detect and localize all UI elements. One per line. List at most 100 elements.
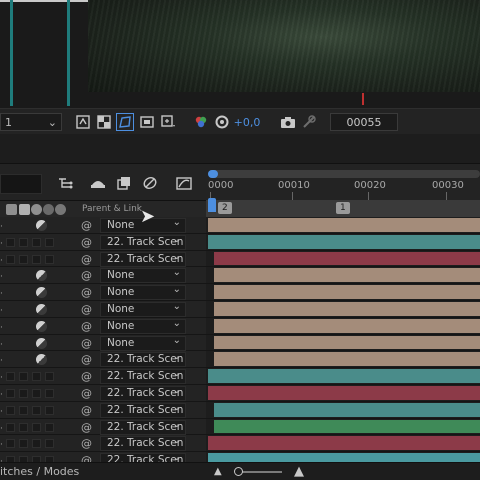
region-of-interest-icon[interactable] [138,113,156,131]
layer-row[interactable]: · @22. Track Scen [0,351,480,369]
zoom-slider[interactable] [238,471,282,473]
layer-duration-bar[interactable] [214,335,480,350]
channel-icon[interactable] [192,113,210,131]
layer-duration-bar[interactable] [214,251,480,266]
switch-box[interactable] [45,405,54,415]
switch-box[interactable] [19,237,28,247]
composition-viewer[interactable] [0,0,480,108]
layer-duration-bar[interactable] [208,369,480,383]
layer-duration-bar[interactable] [208,234,480,249]
pick-whip-icon[interactable]: @ [81,370,92,383]
layer-duration-bar[interactable] [214,268,480,283]
parent-dropdown[interactable]: None [100,285,186,301]
layer-search-input[interactable] [0,174,42,194]
guides-icon[interactable] [160,113,178,131]
parent-dropdown[interactable]: 22. Track Scen [100,369,186,385]
layer-duration-bar[interactable] [208,218,480,232]
parent-dropdown[interactable]: None [100,335,186,351]
fast-preview-icon[interactable] [74,113,92,131]
comp-marker[interactable]: 2 [218,202,232,214]
switch-box[interactable] [19,422,28,432]
layer-duration-bar[interactable] [208,385,480,400]
pick-whip-icon[interactable]: @ [81,219,92,232]
switch-box[interactable] [6,254,15,264]
pick-whip-icon[interactable]: @ [81,236,92,249]
switch-box[interactable] [32,422,41,432]
layer-row[interactable]: · @ None [0,284,480,301]
parent-dropdown[interactable]: 22. Track Scen [100,402,186,418]
layer-duration-bar[interactable] [214,318,480,333]
switch-box[interactable] [19,439,28,449]
layer-duration-bar[interactable] [214,402,480,417]
adjustment-layer-icon[interactable] [36,354,47,366]
adjustment-layer-icon[interactable] [36,220,47,231]
parent-dropdown[interactable]: 22. Track Scen [100,352,186,368]
zoom-in-icon[interactable]: ▲ [294,464,304,479]
layer-duration-bar[interactable] [214,285,480,299]
layer-row[interactable]: · @ None [0,317,480,335]
show-snapshot-icon[interactable] [300,113,318,131]
layer-row[interactable]: · @ None [0,300,480,318]
snapshot-icon[interactable] [279,113,297,131]
adjustment-layer-icon[interactable] [36,270,47,282]
pick-whip-icon[interactable]: @ [81,253,92,266]
switch-box[interactable] [6,237,15,247]
parent-dropdown[interactable]: None [100,268,186,284]
pick-whip-icon[interactable]: @ [81,303,92,316]
parent-dropdown[interactable]: 22. Track Scen [100,251,186,267]
adjustment-column-icon[interactable] [31,204,42,215]
toggle-switches-modes[interactable]: itches / Modes [0,465,79,478]
layer-duration-bar[interactable] [214,419,480,434]
pick-whip-icon[interactable]: @ [81,286,92,299]
layer-row[interactable]: · @ None [0,267,480,285]
pick-whip-icon[interactable]: @ [81,437,92,450]
frame-blending-icon[interactable] [140,173,160,193]
switch-box[interactable] [32,254,41,264]
switch-box[interactable] [45,439,54,449]
comp-marker[interactable]: 1 [336,202,350,214]
switch-box[interactable] [19,405,28,415]
parent-dropdown[interactable]: 22. Track Scen [100,234,186,250]
zoom-slider-knob[interactable] [234,467,243,476]
label-column-icon[interactable] [6,204,17,215]
parent-dropdown[interactable]: 22. Track Scen [100,419,186,435]
layer-row[interactable]: · @22. Track Scen [0,401,480,419]
draft-3d-icon[interactable] [88,173,108,193]
mask-path-icon[interactable] [116,113,134,131]
switch-box[interactable] [45,388,54,398]
switch-box[interactable] [45,422,54,432]
solo-column-icon[interactable] [55,204,66,215]
pick-whip-icon[interactable]: @ [81,353,92,366]
layer-duration-bar[interactable] [214,301,480,316]
switch-box[interactable] [32,388,41,398]
parent-dropdown[interactable]: None [100,318,186,334]
layer-duration-bar[interactable] [214,352,480,367]
comp-flowchart-icon[interactable] [56,173,76,193]
switch-box[interactable] [19,254,28,264]
switch-box[interactable] [45,237,54,247]
marker-bar[interactable]: 2 1 [206,200,480,217]
switch-box[interactable] [6,388,15,398]
layer-row[interactable]: · @ None [0,334,480,352]
time-ruler[interactable]: 0000 00010 00020 00030 [206,164,480,200]
pick-whip-icon[interactable]: @ [81,421,92,434]
switch-box[interactable] [32,405,41,415]
switch-box[interactable] [19,388,28,398]
parent-dropdown[interactable]: 22. Track Scen [100,436,186,452]
switch-box[interactable] [6,405,15,415]
layer-row[interactable]: · @22. Track Scen [0,368,480,385]
switch-box[interactable] [32,237,41,247]
pick-whip-icon[interactable]: @ [81,269,92,282]
3d-column-icon[interactable] [43,204,54,215]
layer-row[interactable]: · @ None [0,217,480,234]
navigator-handle[interactable] [208,170,218,178]
shy-layers-icon[interactable] [114,173,134,193]
layer-duration-bar[interactable] [208,436,480,451]
layer-row[interactable]: · @22. Track Scen [0,418,480,436]
pick-whip-icon[interactable]: @ [81,337,92,350]
switch-box[interactable] [6,372,15,382]
parent-dropdown[interactable]: None [100,301,186,317]
switch-box[interactable] [32,439,41,449]
layer-row[interactable]: · @22. Track Scen [0,250,480,268]
switch-box[interactable] [6,422,15,432]
